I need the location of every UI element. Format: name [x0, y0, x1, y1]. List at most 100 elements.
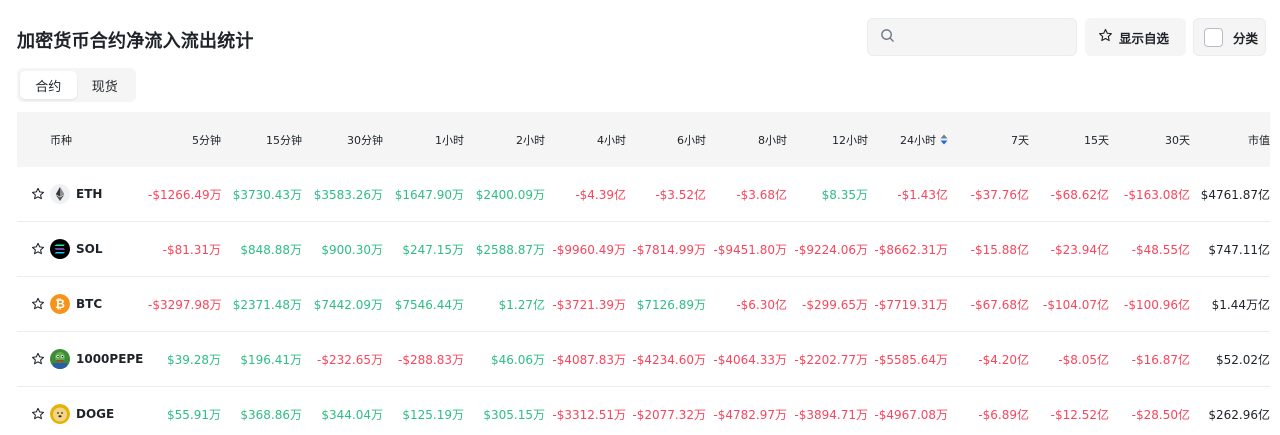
netflow-5m-cell: -$81.31万: [162, 242, 221, 257]
favorite-star-icon[interactable]: [31, 297, 45, 311]
column-header-15m[interactable]: 15分钟: [221, 132, 302, 148]
netflow-15d-cell: -$23.94亿: [1050, 242, 1109, 257]
table-row[interactable]: 1000PEPE $39.28万 $196.41万 -$232.65万 -$288.83…: [17, 332, 1270, 387]
category-checkbox[interactable]: [1204, 27, 1223, 47]
netflow-15m-cell: $196.41万: [240, 352, 302, 367]
netflow-12h-cell: -$9224.06万: [794, 242, 868, 257]
column-header-label: 4小时: [597, 133, 626, 147]
table-body: ETH -$1266.49万 $3730.43万 $3583.26万 $1647.90万…: [17, 167, 1270, 435]
column-header-label: 15分钟: [266, 133, 302, 147]
category-label: 分类: [1233, 30, 1259, 46]
coin-symbol[interactable]: ETH: [76, 187, 102, 201]
column-header-label: 24小时: [900, 133, 936, 147]
coin-symbol[interactable]: DOGE: [76, 407, 114, 421]
coin-symbol[interactable]: BTC: [76, 297, 102, 311]
tab-spot[interactable]: 现货: [77, 71, 134, 99]
netflow-2h-cell: $305.15万: [483, 407, 545, 422]
table-row[interactable]: DOGE $55.91万 $368.86万 $344.04万 $125.19万 $305.…: [17, 387, 1270, 435]
favorite-star-icon[interactable]: [31, 407, 45, 421]
column-header-label: 1小时: [435, 133, 464, 147]
column-header-label: 市值: [1248, 133, 1270, 147]
netflow-7d-cell: -$15.88亿: [970, 242, 1029, 257]
netflow-4h-cell: -$9960.49万: [552, 242, 626, 257]
netflow-5m-cell: -$3297.98万: [148, 297, 222, 312]
netflow-8h-cell: -$4782.97万: [713, 407, 787, 422]
netflow-5m-cell: -$1266.49万: [148, 187, 222, 202]
market-cap-cell: $52.02亿: [1216, 352, 1270, 367]
netflow-24h-cell: -$8662.31万: [874, 242, 948, 257]
netflow-7d-cell: -$67.68亿: [970, 297, 1029, 312]
favorite-star-icon[interactable]: [31, 187, 45, 201]
netflow-5m-cell: $39.28万: [167, 352, 221, 367]
watchlist-toggle-button[interactable]: 显示自选: [1085, 18, 1186, 56]
sort-icon[interactable]: [940, 134, 948, 148]
column-header-30m[interactable]: 30分钟: [302, 132, 383, 148]
column-header-market-cap[interactable]: 市值: [1190, 132, 1270, 148]
column-header-24h[interactable]: 24小时: [868, 132, 948, 148]
netflow-4h-cell: -$3721.39万: [552, 297, 626, 312]
search-input[interactable]: [903, 29, 1063, 45]
btc-icon: ₿: [50, 294, 70, 314]
table-row[interactable]: ₿ BTC -$3297.98万 $2371.48万 $7442.09万 $7546.44…: [17, 277, 1270, 332]
column-header-label: 30天: [1165, 133, 1190, 147]
netflow-30m-cell: $344.04万: [321, 407, 383, 422]
tab-futures[interactable]: 合约: [20, 71, 77, 99]
column-header-label: 币种: [50, 133, 72, 147]
netflow-12h-cell: $8.35万: [821, 187, 868, 202]
netflow-6h-cell: -$7814.99万: [632, 242, 706, 257]
column-header-5m[interactable]: 5分钟: [148, 132, 221, 148]
column-header-30d[interactable]: 30天: [1109, 132, 1190, 148]
column-header-6h[interactable]: 6小时: [626, 132, 706, 148]
sol-icon: [50, 239, 70, 259]
coin-symbol[interactable]: 1000PEPE: [76, 352, 143, 366]
netflow-30d-cell: -$28.50亿: [1131, 407, 1190, 422]
column-header-8h[interactable]: 8小时: [706, 132, 787, 148]
search-icon: [880, 28, 895, 47]
netflow-24h-cell: -$1.43亿: [897, 187, 948, 202]
netflow-15d-cell: -$68.62亿: [1050, 187, 1109, 202]
netflow-4h-cell: -$4.39亿: [575, 187, 626, 202]
column-header-label: 2小时: [516, 133, 545, 147]
netflow-8h-cell: -$6.30亿: [736, 297, 787, 312]
column-header-label: 8小时: [758, 133, 787, 147]
eth-icon: [50, 184, 70, 204]
coin-symbol[interactable]: SOL: [76, 242, 103, 256]
netflow-30d-cell: -$48.55亿: [1131, 242, 1190, 257]
netflow-24h-cell: -$4967.08万: [874, 407, 948, 422]
doge-icon: [50, 404, 70, 424]
column-header-7d[interactable]: 7天: [948, 132, 1029, 148]
column-header-label: 30分钟: [347, 133, 383, 147]
netflow-30m-cell: $7442.09万: [313, 297, 383, 312]
netflow-30d-cell: -$16.87亿: [1131, 352, 1190, 367]
category-toggle[interactable]: 分类: [1193, 18, 1266, 56]
netflow-4h-cell: -$3312.51万: [552, 407, 626, 422]
symbol-cell: ₿ BTC: [17, 294, 148, 314]
netflow-7d-cell: -$4.20亿: [978, 352, 1029, 367]
netflow-1h-cell: $7546.44万: [394, 297, 464, 312]
column-header-1h[interactable]: 1小时: [383, 132, 464, 148]
market-cap-cell: $4761.87亿: [1200, 187, 1270, 202]
column-header-4h[interactable]: 4小时: [545, 132, 626, 148]
column-header-label: 6小时: [677, 133, 706, 147]
column-header-label: 12小时: [832, 133, 868, 147]
column-header-15d[interactable]: 15天: [1029, 132, 1109, 148]
favorite-star-icon[interactable]: [31, 352, 45, 366]
favorite-star-icon[interactable]: [31, 242, 45, 256]
table-row[interactable]: SOL -$81.31万 $848.88万 $900.30万 $247.15万 $2588…: [17, 222, 1270, 277]
netflow-12h-cell: -$3894.71万: [794, 407, 868, 422]
netflow-30m-cell: $900.30万: [321, 242, 383, 257]
netflow-24h-cell: -$7719.31万: [874, 297, 948, 312]
netflow-1h-cell: $247.15万: [402, 242, 464, 257]
column-header-2h[interactable]: 2小时: [464, 132, 545, 148]
table-row[interactable]: ETH -$1266.49万 $3730.43万 $3583.26万 $1647.90万…: [17, 167, 1270, 222]
netflow-15m-cell: $368.86万: [240, 407, 302, 422]
netflow-1h-cell: $1647.90万: [394, 187, 464, 202]
search-box[interactable]: [867, 18, 1077, 56]
page-title: 加密货币合约净流入流出统计: [17, 31, 254, 52]
symbol-cell: DOGE: [17, 404, 148, 424]
netflow-8h-cell: -$3.68亿: [736, 187, 787, 202]
column-header-12h[interactable]: 12小时: [787, 132, 868, 148]
watchlist-label: 显示自选: [1119, 30, 1170, 46]
netflow-15m-cell: $2371.48万: [232, 297, 302, 312]
netflow-12h-cell: -$299.65万: [802, 297, 868, 312]
